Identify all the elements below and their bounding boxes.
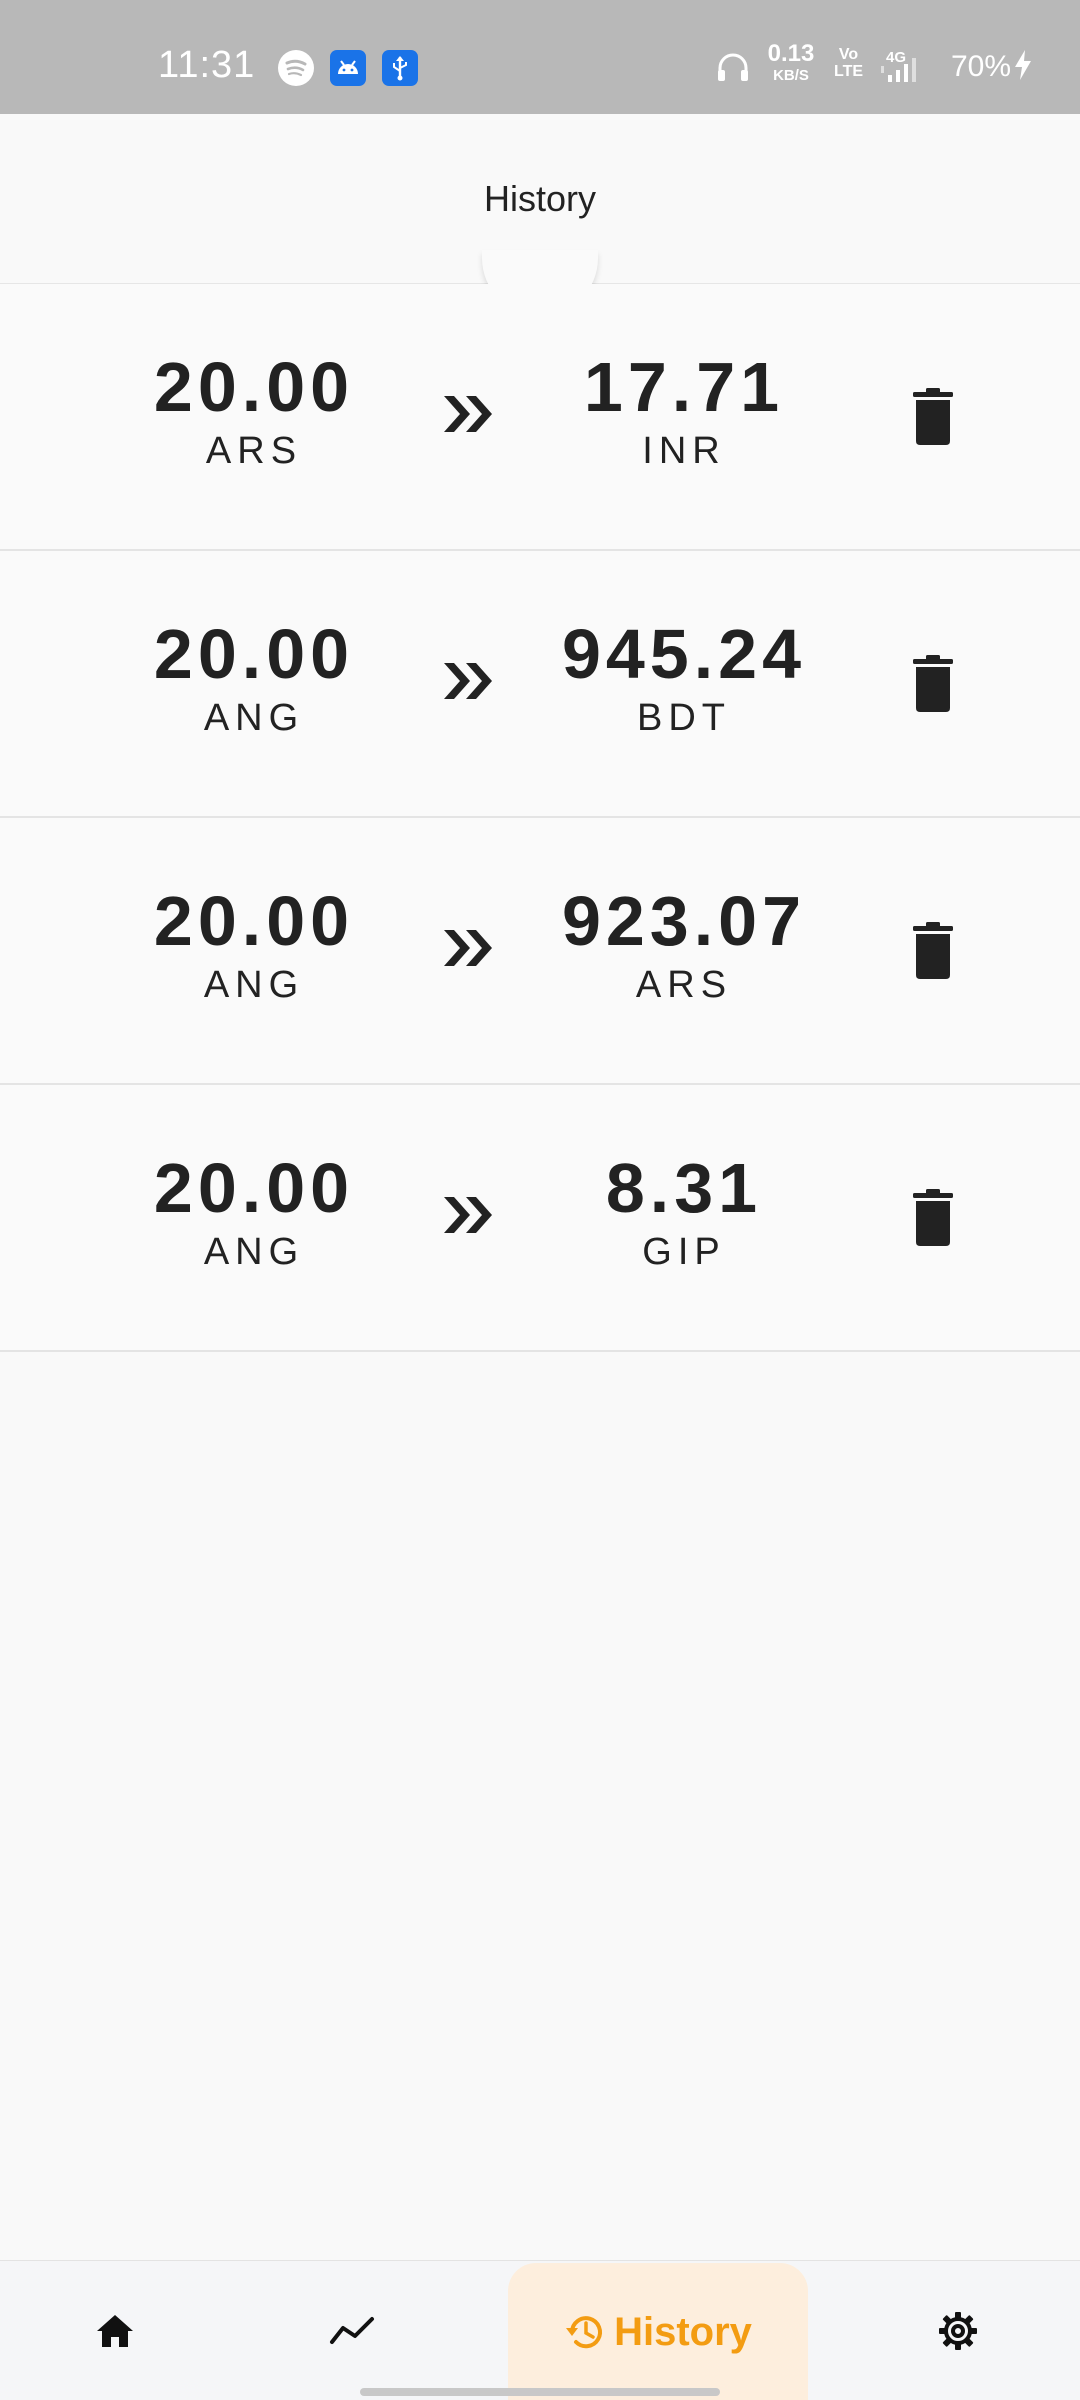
volte-bottom: LTE: [834, 63, 864, 80]
to-currency-code: GIP: [642, 1231, 726, 1273]
double-chevron-right-icon: [440, 384, 500, 449]
spotify-icon: [278, 50, 314, 86]
from-amount-value: 20.00: [153, 1149, 355, 1227]
from-currency-code: ANG: [203, 1231, 305, 1273]
nav-settings[interactable]: [918, 2261, 998, 2400]
history-item[interactable]: 20.00 ANG 8.31 GIP: [0, 1085, 1080, 1352]
to-amount: 945.24 BDT: [524, 619, 844, 740]
from-amount-value: 20.00: [153, 882, 355, 960]
from-currency-code: ARS: [205, 430, 303, 472]
nav-history[interactable]: History: [508, 2263, 808, 2400]
status-bar: 11:31 0.13 KB/S Vo LTE 4G 70%: [0, 0, 1080, 114]
to-currency-code: ARS: [635, 964, 733, 1006]
screen: 11:31 0.13 KB/S Vo LTE 4G 70% History 20…: [0, 0, 1080, 2400]
history-icon: [566, 2316, 603, 2349]
from-amount: 20.00 ANG: [94, 1153, 414, 1274]
usb-icon: [382, 50, 418, 86]
volte-top: Vo: [838, 46, 859, 63]
to-currency-code: BDT: [637, 697, 731, 739]
delete-button[interactable]: [900, 1185, 966, 1251]
network-speed-value: 0.13: [767, 40, 815, 67]
from-currency-code: ANG: [203, 964, 305, 1006]
trash-icon: [913, 922, 953, 979]
delete-button[interactable]: [900, 918, 966, 984]
to-amount-value: 945.24: [561, 615, 807, 693]
delete-button[interactable]: [900, 651, 966, 717]
signal-icon: 4G: [880, 48, 940, 89]
home-icon: [97, 2315, 133, 2347]
home-gesture-bar[interactable]: [360, 2388, 720, 2396]
to-amount-value: 923.07: [561, 882, 807, 960]
to-amount-value: 17.71: [583, 348, 785, 426]
double-chevron-right-icon: [440, 918, 500, 983]
delete-button[interactable]: [900, 384, 966, 450]
double-chevron-right-icon: [440, 1185, 500, 1250]
nav-history-label: History: [614, 2309, 752, 2354]
to-amount: 8.31 GIP: [524, 1153, 844, 1274]
to-amount: 17.71 INR: [524, 352, 844, 473]
from-amount-value: 20.00: [153, 348, 355, 426]
page-title: History: [483, 177, 596, 219]
from-currency-code: ANG: [203, 697, 305, 739]
double-chevron-right-icon: [440, 651, 500, 716]
from-amount: 20.00 ANG: [94, 619, 414, 740]
from-amount-value: 20.00: [153, 615, 355, 693]
android-icon: [330, 50, 366, 86]
from-amount: 20.00 ARS: [94, 352, 414, 473]
nav-trends[interactable]: [312, 2261, 392, 2400]
trash-icon: [913, 655, 953, 712]
nav-home[interactable]: [75, 2261, 155, 2400]
headphones-icon: [716, 52, 750, 87]
charging-icon: [1012, 48, 1034, 87]
trash-icon: [913, 388, 953, 445]
history-item[interactable]: 20.00 ARS 17.71 INR: [0, 284, 1080, 551]
status-right: 0.13 KB/S Vo LTE 4G 70%: [700, 40, 1080, 89]
battery-level: 70%: [951, 50, 1012, 83]
bottom-nav: History: [0, 2260, 1080, 2400]
history-list: 20.00 ARS 17.71 INR 20.00 ANG 945.24 BDT…: [0, 284, 1080, 1352]
network-speed-unit: KB/S: [773, 67, 809, 84]
network-type-label: 4G: [886, 49, 906, 66]
trash-icon: [913, 1189, 953, 1246]
status-time: 11:31: [158, 44, 256, 86]
history-item[interactable]: 20.00 ANG 945.24 BDT: [0, 551, 1080, 818]
trend-line-icon: [330, 2317, 374, 2344]
network-speed: 0.13 KB/S: [764, 40, 818, 84]
to-currency-code: INR: [642, 430, 726, 472]
gear-icon: [939, 2312, 977, 2350]
history-item[interactable]: 20.00 ANG 923.07 ARS: [0, 818, 1080, 1085]
from-amount: 20.00 ANG: [94, 886, 414, 1007]
volte-indicator: Vo LTE: [834, 46, 863, 80]
to-amount: 923.07 ARS: [524, 886, 844, 1007]
to-amount-value: 8.31: [605, 1149, 763, 1227]
